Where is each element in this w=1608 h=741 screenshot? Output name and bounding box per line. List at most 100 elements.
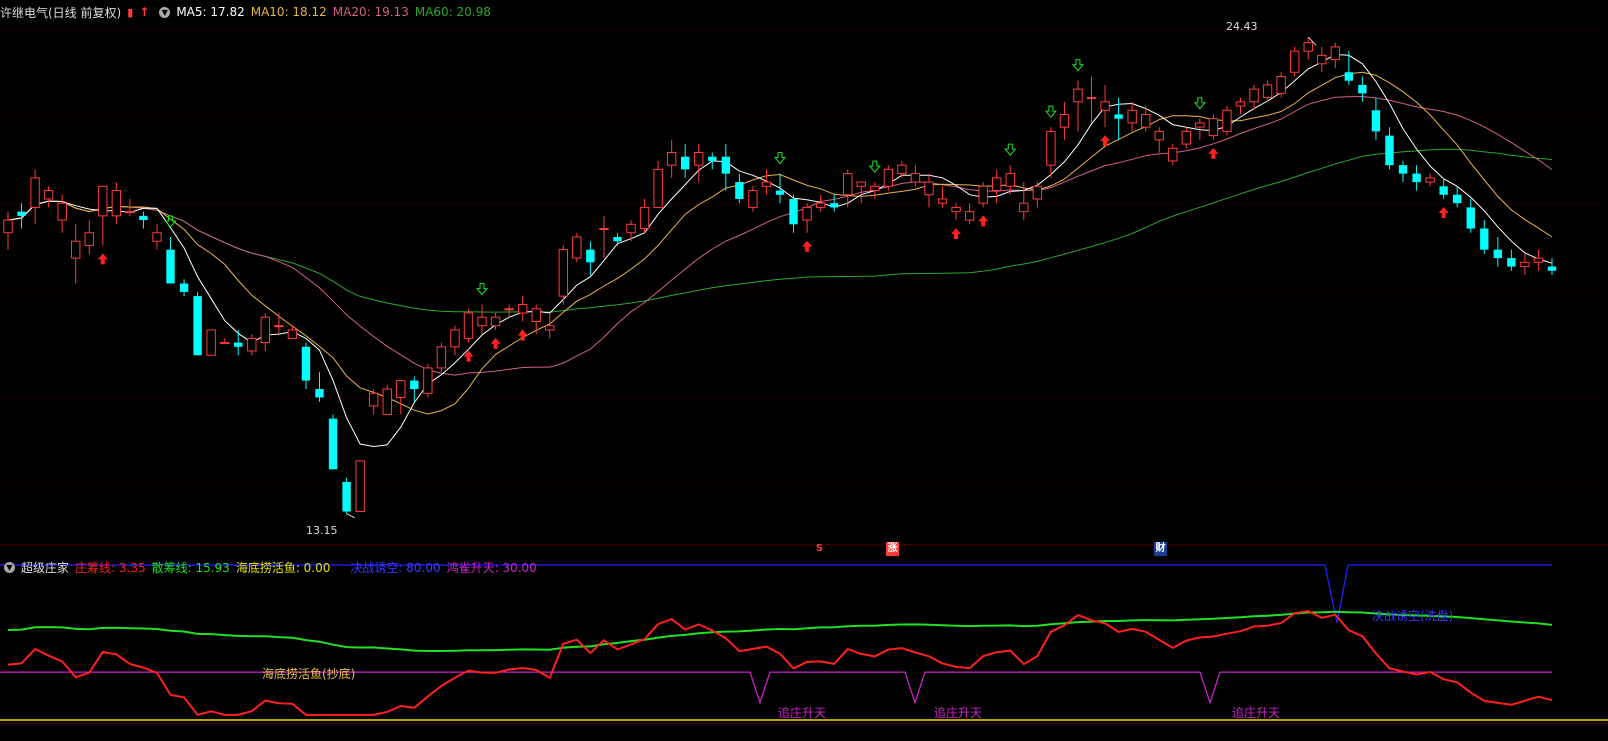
candle-body	[1289, 50, 1300, 73]
candle-body	[152, 232, 162, 242]
buy-arrow-icon	[97, 253, 108, 265]
candle-body	[166, 249, 175, 284]
candle-body	[274, 325, 284, 328]
hongque-line	[0, 671, 1552, 705]
candle-body	[653, 168, 663, 208]
candle-body	[843, 173, 853, 196]
sell-arrow-icon	[1193, 97, 1206, 110]
candle-body	[883, 168, 894, 187]
candle-body	[1249, 88, 1259, 103]
candle-body	[694, 152, 704, 166]
candle-body	[1032, 185, 1043, 200]
candle-body	[992, 177, 1002, 192]
indicator-header: ▼ 超级庄家 庄筹线: 3.35 散筹线: 15.93 海底捞活鱼: 0.00 …	[0, 557, 543, 577]
ma5-value: MA5: 17.82	[176, 5, 245, 19]
candle-body	[1208, 118, 1219, 137]
candles	[3, 36, 1557, 519]
candle-body	[721, 156, 731, 174]
lock-icon[interactable]: ▮	[127, 6, 133, 19]
candle-body	[1059, 113, 1070, 128]
candle-body	[1507, 258, 1516, 267]
marker-s[interactable]: S	[813, 542, 826, 556]
ma20-value: MA20: 19.13	[332, 5, 409, 19]
candle-body	[558, 249, 568, 297]
candle-body	[1181, 130, 1192, 145]
haidi-annotation: 海底捞活鱼(抄底)	[262, 666, 355, 681]
up-arrow-icon[interactable]: ↑	[139, 5, 149, 19]
candle-body	[179, 283, 189, 292]
candle-body	[1452, 194, 1462, 204]
ma20-line	[7, 95, 1553, 376]
candle-body	[504, 308, 514, 311]
settings-dropdown-icon[interactable]: ▼	[159, 6, 171, 18]
candle-body	[1046, 130, 1056, 166]
haidi-value: 海底捞活鱼: 0.00	[235, 560, 331, 575]
candle-body	[206, 329, 216, 356]
sell-arrow-icon	[1004, 143, 1017, 156]
ma60-value: MA60: 20.98	[414, 5, 491, 19]
candlestick-chart[interactable]: 24.43 13.15 海底捞活鱼(抄底) 决战诱空(洗盘) 追庄升天 追庄升天…	[0, 0, 1608, 741]
candle-body	[382, 388, 392, 415]
candle-body	[599, 228, 609, 231]
candle-body	[247, 337, 257, 352]
candle-body	[234, 342, 243, 347]
indicator-panel	[0, 564, 1608, 721]
candle-body	[761, 181, 772, 187]
hongque-value: 鸿雀升天: 30.00	[446, 560, 537, 575]
buy-arrow-icon	[951, 228, 962, 240]
candle-body	[815, 202, 826, 208]
candle-body	[1127, 109, 1137, 124]
candle-body	[1317, 54, 1327, 65]
candle-body	[368, 392, 379, 407]
candle-body	[1195, 122, 1205, 128]
indicator-menu-icon[interactable]: ▼	[4, 561, 15, 573]
candle-body	[1019, 202, 1029, 213]
candle-body	[639, 206, 650, 230]
candle-body	[1235, 101, 1246, 107]
candle-body	[450, 329, 460, 348]
sell-arrow-icon	[773, 152, 787, 165]
candle-body	[17, 211, 26, 216]
stock-header: 许继电气(日线 前复权) ▮ ↑ ▼ MA5: 17.82 MA10: 18.1…	[0, 2, 497, 22]
candle-body	[1100, 101, 1110, 111]
ma10-line	[7, 71, 1553, 415]
signal-arrows	[97, 59, 1449, 362]
candle-body	[1344, 72, 1354, 81]
candle-body	[708, 156, 717, 161]
zhuang-line	[7, 609, 1553, 717]
candle-body	[964, 211, 975, 221]
low-price-label: 13.15	[306, 524, 338, 537]
candle-body	[1276, 75, 1286, 94]
candle-body	[572, 236, 582, 259]
stock-title[interactable]: 许继电气(日线 前复权)	[0, 4, 121, 21]
buy-arrow-icon	[517, 329, 528, 341]
candle-body	[1385, 135, 1394, 166]
candle-body	[315, 389, 324, 398]
moving-average-lines	[7, 53, 1553, 448]
candle-body	[802, 206, 812, 221]
candle-body	[1154, 130, 1164, 141]
candle-body	[1073, 88, 1083, 103]
candle-body	[586, 249, 595, 263]
candle-body	[910, 173, 921, 183]
candle-body	[423, 367, 433, 394]
candle-body	[30, 177, 40, 208]
candle-body	[1140, 113, 1151, 128]
marker-zhang[interactable]: 涨	[886, 542, 899, 556]
candle-body	[1493, 249, 1503, 259]
candle-body	[1439, 186, 1448, 195]
candle-body	[856, 181, 866, 187]
candle-body	[396, 380, 406, 399]
candle-body	[613, 236, 622, 242]
candle-body	[355, 460, 365, 513]
candle-body	[477, 316, 487, 327]
candle-body	[829, 203, 839, 208]
buy-arrow-icon	[1208, 147, 1219, 159]
candle-body	[897, 164, 907, 175]
ma5-line	[7, 53, 1553, 448]
sell-arrow-icon	[1044, 105, 1057, 118]
marker-cai[interactable]: 财	[1154, 542, 1167, 556]
price-grid	[0, 29, 1608, 724]
indicator-name[interactable]: 超级庄家	[21, 559, 69, 576]
candle-body	[1303, 42, 1313, 52]
